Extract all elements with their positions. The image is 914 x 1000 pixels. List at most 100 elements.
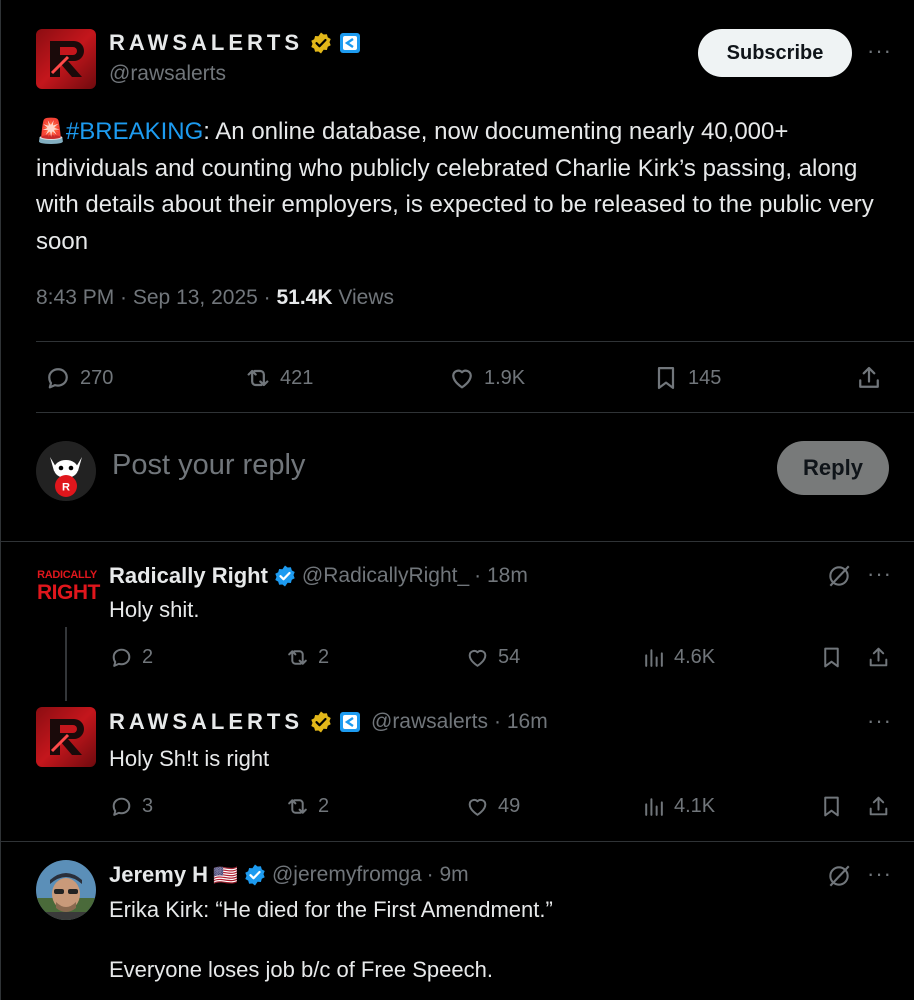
share-icon — [859, 366, 879, 388]
bookmark-count: 145 — [688, 366, 722, 389]
divider — [36, 412, 914, 413]
verified-badge-icon — [275, 565, 295, 587]
repost-icon — [288, 799, 307, 814]
heart-icon — [452, 369, 472, 389]
us-flag-icon: 🇺🇸 — [213, 864, 238, 887]
share-icon[interactable] — [866, 794, 891, 819]
like-action[interactable]: 1.9K — [448, 364, 525, 392]
post-meta: 8:43 PM · Sep 13, 2025 · 51.4K Views — [36, 286, 394, 310]
reply-time[interactable]: · 16m — [494, 710, 548, 734]
reply-action[interactable]: 2 — [109, 645, 153, 670]
heart-icon — [468, 798, 487, 816]
reply-more-icon[interactable]: ··· — [867, 561, 892, 587]
reply-text-line1: Erika Kirk: “He died for the First Amend… — [109, 897, 553, 922]
rawsalerts-logo-icon — [50, 719, 84, 755]
reply-author-name[interactable]: Radically Right — [109, 563, 268, 589]
thread-connector — [65, 627, 67, 701]
rawsalerts-logo-icon — [50, 41, 84, 77]
like-action[interactable]: 49 — [465, 794, 520, 819]
reply-icon — [112, 797, 131, 816]
views-chart-icon — [645, 649, 663, 667]
cat-avatar-icon: R — [36, 441, 96, 501]
like-count: 49 — [498, 795, 521, 817]
repost-action[interactable]: 2 — [285, 794, 329, 819]
reply-author-handle[interactable]: @jeremyfromga — [272, 863, 422, 887]
reply-icon — [48, 368, 68, 389]
hashtag-link[interactable]: #BREAKING — [66, 118, 203, 145]
alert-emoji-icon: 🚨 — [36, 118, 66, 145]
repost-icon — [288, 650, 307, 665]
affiliate-badge-icon — [340, 33, 360, 53]
like-count: 1.9K — [484, 366, 526, 389]
reply-input[interactable]: Post your reply — [112, 449, 305, 482]
views-action[interactable]: 4.1K — [641, 794, 715, 819]
avatar-line1: RADICALLY — [37, 569, 97, 581]
grok-icon[interactable] — [826, 563, 852, 589]
views-count: 4.6K — [674, 646, 716, 668]
reply-author-handle[interactable]: @rawsalerts — [371, 710, 488, 734]
views-chart-icon — [645, 798, 663, 816]
reply-author-avatar[interactable] — [36, 707, 96, 767]
share-icon[interactable] — [866, 645, 891, 670]
avatar-line2: RIGHT — [37, 581, 100, 604]
like-count: 54 — [498, 646, 521, 668]
reply-action[interactable]: 270 — [44, 364, 113, 392]
radically-right-avatar[interactable]: RADICALLY RIGHT — [37, 569, 100, 604]
reply-author-name[interactable]: Jeremy H — [109, 862, 208, 888]
views-label: Views — [332, 286, 395, 309]
divider — [36, 341, 914, 342]
repost-count: 2 — [318, 795, 330, 817]
reply-author-avatar[interactable] — [36, 860, 96, 920]
views-count: 4.1K — [674, 795, 716, 817]
reply-time[interactable]: · 18m — [474, 564, 528, 588]
reply-header: Radically Right @RadicallyRight_ · 18m — [109, 563, 528, 589]
divider — [1, 541, 914, 542]
svg-text:R: R — [62, 482, 70, 494]
reply-action[interactable]: 3 — [109, 794, 153, 819]
views-action[interactable]: 4.6K — [641, 645, 715, 670]
reply-text: Holy Sh!t is right — [109, 746, 270, 771]
views-count: 51.4K — [276, 286, 333, 309]
reply-count: 270 — [80, 366, 114, 389]
repost-action[interactable]: 2 — [285, 645, 329, 670]
gold-verified-badge-icon — [311, 32, 331, 54]
post-timestamp[interactable]: 8:43 PM · Sep 13, 2025 · — [36, 286, 276, 309]
reply-more-icon[interactable]: ··· — [867, 708, 892, 734]
author-avatar[interactable] — [36, 29, 96, 89]
more-options-icon[interactable]: ··· — [867, 38, 892, 64]
gold-verified-badge-icon — [311, 711, 331, 733]
like-action[interactable]: 54 — [465, 645, 520, 670]
repost-count: 2 — [318, 646, 330, 668]
user-avatar[interactable]: R — [36, 441, 96, 501]
author-name[interactable]: RAWSALERTS — [109, 30, 303, 56]
reply-text-line2: Everyone loses job b/c of Free Speech. — [109, 957, 493, 982]
reply-icon — [112, 648, 131, 667]
verified-badge-icon — [245, 864, 265, 886]
reply-author-handle[interactable]: @RadicallyRight_ — [302, 564, 469, 588]
subscribe-button[interactable]: Subscribe — [698, 29, 852, 77]
bookmark-icon[interactable] — [819, 794, 844, 819]
repost-icon — [247, 369, 269, 387]
bookmark-icon — [657, 366, 675, 390]
thread-view: RAWSALERTS @rawsalerts Subscribe ··· 🚨#B… — [0, 0, 914, 1000]
author-name-row: RAWSALERTS — [109, 30, 361, 56]
reply-text: Holy shit. — [109, 597, 200, 622]
reply-more-icon[interactable]: ··· — [867, 861, 892, 887]
author-handle[interactable]: @rawsalerts — [109, 62, 226, 86]
repost-action[interactable]: 421 — [244, 364, 313, 392]
affiliate-badge-icon — [340, 712, 360, 732]
heart-icon — [468, 649, 487, 667]
reply-author-name[interactable]: RAWSALERTS — [109, 709, 303, 735]
reply-header: Jeremy H 🇺🇸 @jeremyfromga · 9m — [109, 862, 469, 888]
reply-time[interactable]: · 9m — [427, 863, 469, 887]
share-action[interactable] — [855, 364, 883, 392]
grok-icon[interactable] — [826, 863, 852, 889]
bookmark-action[interactable]: 145 — [652, 364, 721, 392]
repost-count: 421 — [280, 366, 314, 389]
bookmark-icon[interactable] — [819, 645, 844, 670]
reply-button[interactable]: Reply — [777, 441, 889, 495]
profile-photo-icon — [36, 860, 96, 920]
reply-header: RAWSALERTS @rawsalerts · 16m — [109, 709, 548, 735]
post-text: 🚨#BREAKING: An online database, now docu… — [36, 114, 886, 260]
reply-count: 3 — [142, 795, 154, 817]
